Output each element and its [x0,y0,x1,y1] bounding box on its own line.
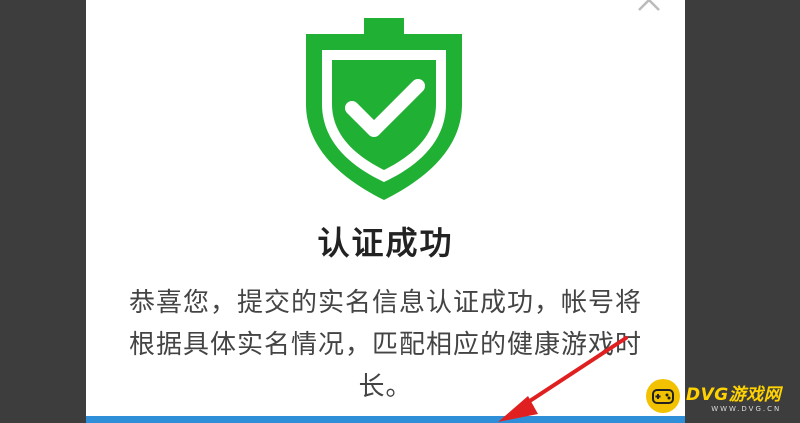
watermark-brand: DVG游戏网 [686,384,782,405]
verification-success-dialog: 认证成功 恭喜您，提交的实名信息认证成功，帐号将根据具体实名情况，匹配相应的健康… [86,0,685,423]
red-arrow-annotation [486,330,646,423]
close-icon[interactable] [635,0,663,14]
right-backdrop [685,0,800,423]
left-backdrop [0,0,86,423]
shield-check-icon [300,12,468,202]
watermark-url: WWW.DVG.CN [711,404,782,413]
dialog-title: 认证成功 [317,224,454,262]
watermark: DVG游戏网 WWW.DVG.CN [646,378,781,414]
gamepad-icon [646,379,680,413]
